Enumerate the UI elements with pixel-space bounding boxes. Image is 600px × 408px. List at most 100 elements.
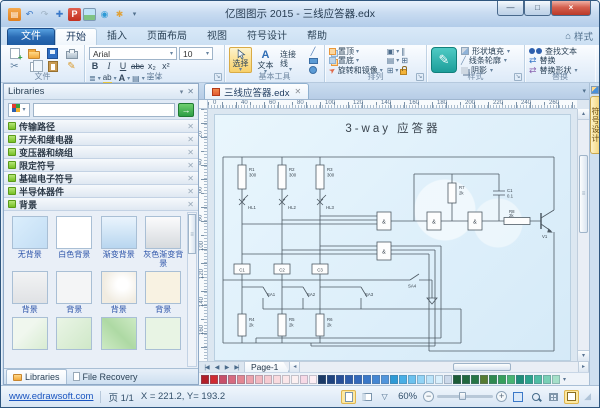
palette-swatch-5[interactable] [237, 374, 245, 384]
palette-swatch-20[interactable] [372, 374, 380, 384]
palette-swatch-15[interactable] [327, 374, 335, 384]
palette-swatch-3[interactable] [219, 374, 227, 384]
shape-fill-button[interactable]: 形状填充 ▾ [461, 47, 510, 56]
normal-view-button[interactable] [341, 389, 357, 404]
library-group-6[interactable]: 半导体器件 ✕ [4, 185, 198, 198]
font-dialog-launcher[interactable]: ↘ [214, 73, 222, 81]
undo-icon[interactable]: ↶ [23, 8, 36, 21]
palette-swatch-10[interactable] [282, 374, 290, 384]
library-close-icon[interactable]: ✕ [187, 174, 194, 183]
print-button[interactable] [62, 47, 81, 60]
shape-thumbnail-4[interactable]: 灰色渐变背景 [143, 216, 185, 268]
send-to-back-button[interactable]: 置底 ▾ [329, 56, 383, 65]
palette-swatch-6[interactable] [246, 374, 254, 384]
superscript-button[interactable]: x² [160, 61, 172, 72]
snap-grid-button[interactable]: ⊞ [401, 56, 408, 65]
vertical-ruler[interactable]: 20 40 60 80 100 120 140 160 [199, 109, 208, 361]
horizontal-ruler[interactable]: 0 40 60 80 100 120 140 160 180 200 220 240 260 [208, 100, 577, 109]
palette-swatch-36[interactable] [516, 374, 524, 384]
close-button[interactable]: × [551, 1, 591, 16]
minimize-button[interactable]: — [497, 1, 524, 16]
palette-swatch-16[interactable] [336, 374, 344, 384]
zoom-out-button[interactable]: − [423, 391, 435, 402]
tab-libraries[interactable]: Libraries [6, 369, 67, 384]
font-size-select[interactable]: 10 ▾ [179, 47, 213, 60]
picture-icon[interactable] [83, 7, 96, 21]
shape-thumbnail-2[interactable]: 白色背景 [54, 216, 96, 268]
arrange-dialog-launcher[interactable]: ↘ [416, 73, 424, 81]
palette-swatch-35[interactable] [507, 374, 515, 384]
palette-swatch-1[interactable] [201, 374, 209, 384]
scroll-down-icon[interactable]: ▾ [578, 350, 589, 361]
zoom-slider[interactable] [437, 392, 494, 400]
page-tab[interactable]: Page-1 [245, 362, 289, 372]
export-pdf-icon[interactable]: P [68, 7, 81, 21]
horizontal-scrollbar[interactable] [300, 362, 578, 372]
style-panel-toggle[interactable]: ⌂ 样式 [565, 29, 593, 45]
palette-swatch-14[interactable] [318, 374, 326, 384]
shape-thumbnail-5[interactable]: 背景 [9, 271, 51, 314]
filter-view-button[interactable]: ▽ [377, 390, 392, 404]
next-page-button[interactable]: ▶ [222, 364, 231, 371]
library-group-3[interactable]: 变压器和绕组 ✕ [4, 146, 198, 159]
palette-swatch-17[interactable] [345, 374, 353, 384]
previous-page-button[interactable]: ◀ [212, 364, 221, 371]
edrawsoft-link[interactable]: www.edrawsoft.com [9, 391, 93, 402]
thumbnails-scrollbar[interactable]: ≡ [187, 212, 197, 367]
shape-thumbnail-9[interactable] [9, 317, 51, 360]
theme-icon[interactable]: ✱ [113, 8, 126, 21]
palette-swatch-23[interactable] [399, 374, 407, 384]
library-close-icon[interactable]: ✕ [187, 161, 194, 170]
panel-close-icon[interactable]: ✕ [187, 87, 194, 96]
library-group-5[interactable]: 基础电子符号 ✕ [4, 172, 198, 185]
bold-button[interactable]: B [89, 61, 101, 72]
connector-tool-button[interactable]: 连接线 ▾ [279, 47, 302, 73]
palette-swatch-34[interactable] [498, 374, 506, 384]
first-page-button[interactable]: |◀ [202, 364, 211, 371]
palette-swatch-24[interactable] [408, 374, 416, 384]
palette-swatch-28[interactable] [444, 374, 452, 384]
panel-pin-icon[interactable]: ▾ [180, 88, 184, 96]
fit-page-button[interactable] [510, 390, 525, 404]
horizontal-scrollbar-thumb[interactable] [453, 363, 512, 371]
library-group-4[interactable]: 限定符号 ✕ [4, 159, 198, 172]
palette-swatch-32[interactable] [480, 374, 488, 384]
palette-swatch-39[interactable] [543, 374, 551, 384]
palette-swatch-21[interactable] [381, 374, 389, 384]
library-close-icon[interactable]: ✕ [187, 200, 194, 209]
new-button[interactable] [5, 47, 24, 62]
palette-swatch-19[interactable] [363, 374, 371, 384]
palette-more-icon[interactable]: ▾ [563, 376, 566, 383]
scroll-right-icon[interactable]: ▸ [578, 362, 589, 372]
library-group-7[interactable]: 背景 ✕ [4, 198, 198, 211]
quick-style-button[interactable]: ✎ [431, 47, 457, 73]
shape-thumbnail-10[interactable] [54, 317, 96, 360]
resize-grip-icon[interactable]: ◢ [584, 391, 591, 402]
diagram-title[interactable]: 3-way 应答器 [345, 121, 440, 135]
zoom-in-button[interactable]: + [496, 391, 508, 402]
palette-swatch-12[interactable] [300, 374, 308, 384]
reading-view-button[interactable] [359, 390, 374, 404]
zoom-area-button[interactable] [528, 390, 543, 404]
text-tool-button[interactable]: A 文本 ▾ [254, 47, 277, 75]
subscript-button[interactable]: x₂ [146, 61, 158, 72]
new-document-icon[interactable]: ✚ [53, 8, 66, 21]
line-outline-button[interactable]: ╱ 线条轮廓 ▾ [461, 56, 510, 65]
underline-button[interactable]: U [117, 61, 129, 72]
shape-thumbnail-3[interactable]: 渐变背景 [98, 216, 140, 268]
qat-dropdown-icon[interactable]: ▾ [128, 8, 141, 21]
shape-thumbnail-11[interactable] [98, 317, 140, 360]
palette-swatch-7[interactable] [255, 374, 263, 384]
palette-swatch-18[interactable] [354, 374, 362, 384]
palette-swatch-9[interactable] [273, 374, 281, 384]
scroll-up-icon[interactable]: ▴ [578, 109, 589, 120]
palette-swatch-38[interactable] [534, 374, 542, 384]
vertical-scrollbar-thumb[interactable]: ≡ [579, 155, 588, 233]
palette-swatch-13[interactable] [309, 374, 317, 384]
drawing-viewport[interactable]: 3-way 应答器 R1 300 R2 300 R3 300 HL1 HL2 H… [208, 109, 577, 361]
menu-tab-4[interactable]: 视图 [197, 28, 237, 45]
strikethrough-button[interactable]: abc [131, 61, 144, 72]
palette-swatch-22[interactable] [390, 374, 398, 384]
vertical-scrollbar[interactable]: ▴ ≡ ▾ [577, 109, 589, 361]
palette-swatch-4[interactable] [228, 374, 236, 384]
